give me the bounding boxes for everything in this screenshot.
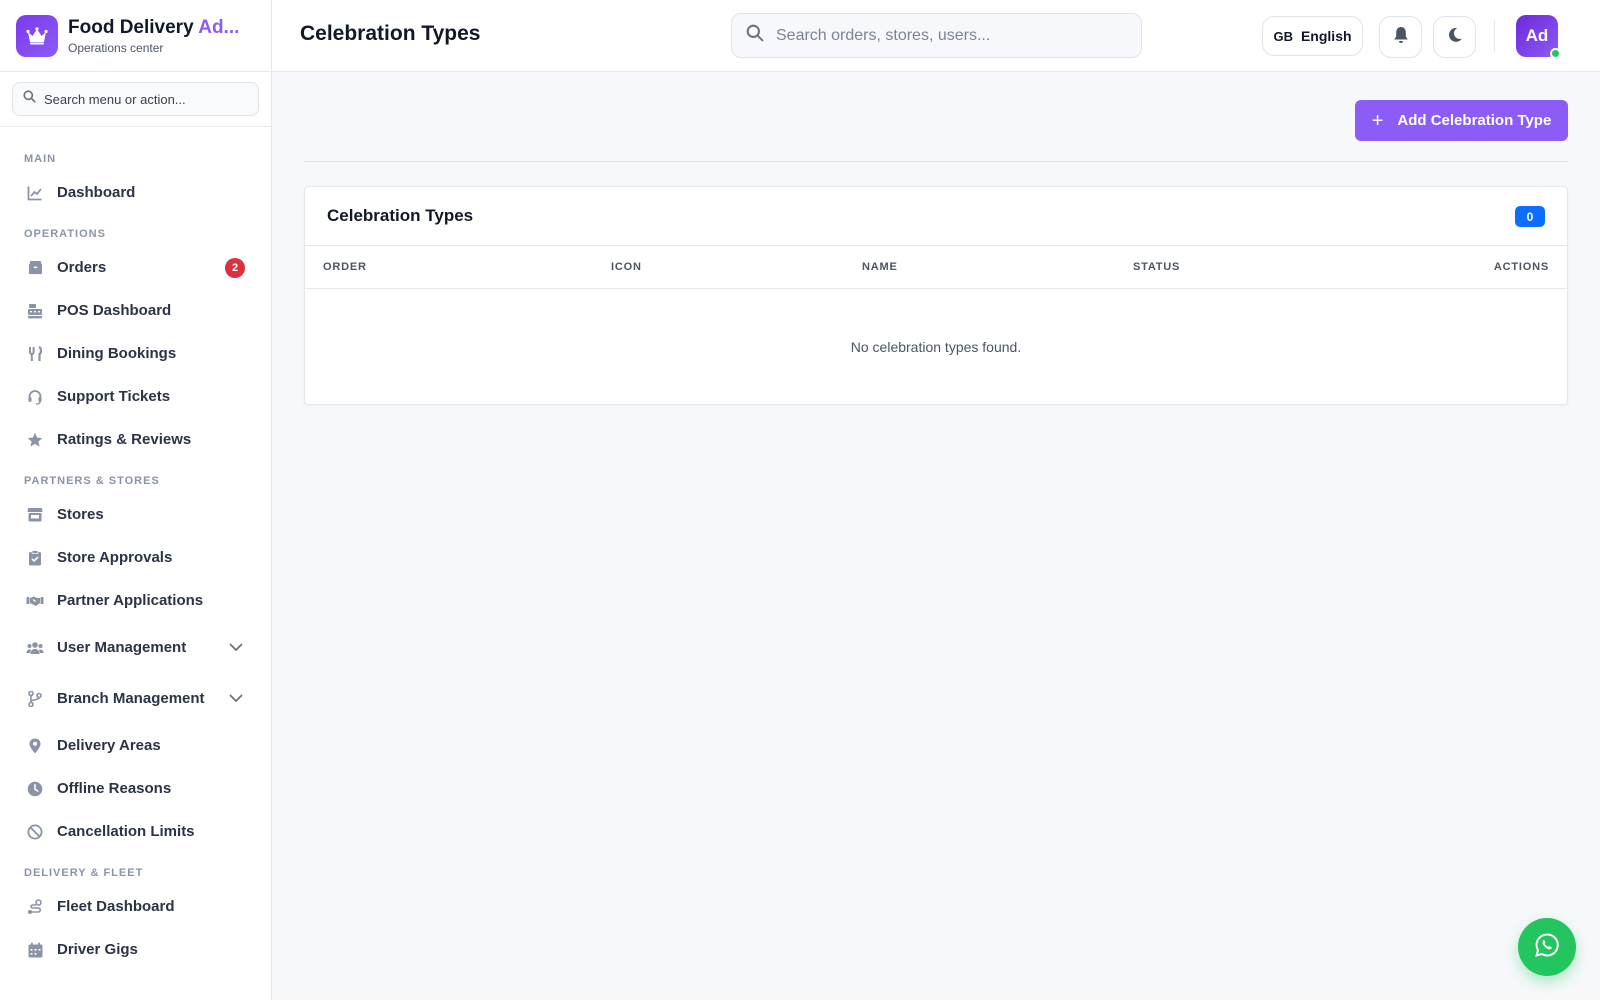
handshake-icon bbox=[26, 592, 44, 610]
column-header-name[interactable]: NAME bbox=[862, 261, 898, 273]
sidebar-item-label: Store Approvals bbox=[57, 549, 173, 566]
sidebar-item-label: Offline Reasons bbox=[57, 780, 172, 797]
code-branch-icon bbox=[26, 690, 44, 708]
sidebar-item-label: Dining Bookings bbox=[57, 345, 177, 362]
header-divider bbox=[1494, 20, 1495, 52]
avatar[interactable]: Ad bbox=[1516, 15, 1561, 59]
sidebar-item-label: POS Dashboard bbox=[57, 302, 172, 319]
avatar-initials: Ad bbox=[1525, 26, 1549, 45]
column-header-icon[interactable]: ICON bbox=[611, 261, 642, 273]
column-header-status[interactable]: STATUS bbox=[1133, 261, 1180, 273]
add-celebration-type-button[interactable]: + Add Celebration Type bbox=[1355, 100, 1568, 141]
brand[interactable]: Food Delivery Ad... Operations center bbox=[0, 0, 271, 72]
sidebar-item-label: Orders bbox=[57, 259, 107, 276]
column-header-order[interactable]: ORDER bbox=[323, 261, 367, 273]
sidebar-item-label: Fleet Dashboard bbox=[57, 898, 175, 915]
users-icon bbox=[26, 639, 44, 657]
sidebar-item-pos-dashboard[interactable]: POS Dashboard bbox=[0, 289, 271, 332]
sidebar-item-label: Dashboard bbox=[57, 184, 136, 201]
sidebar-item-delivery-areas[interactable]: Delivery Areas bbox=[0, 724, 271, 767]
moon-icon bbox=[1447, 27, 1463, 48]
cash-register-icon bbox=[26, 302, 44, 320]
global-search-input[interactable] bbox=[776, 26, 1116, 45]
card-header: Celebration Types 0 bbox=[305, 187, 1567, 246]
column-header-actions[interactable]: ACTIONS bbox=[1494, 261, 1549, 273]
clock-icon bbox=[26, 780, 44, 798]
sidebar-item-label: Delivery Areas bbox=[57, 737, 161, 754]
section-label-delivery-fleet: DELIVERY & FLEET bbox=[24, 867, 144, 879]
search-icon bbox=[23, 90, 36, 108]
sidebar-item-dashboard[interactable]: Dashboard bbox=[0, 171, 271, 214]
divider bbox=[303, 161, 1568, 162]
section-label-partners-stores: PARTNERS & STORES bbox=[24, 475, 160, 487]
sidebar-item-support-tickets[interactable]: Support Tickets bbox=[0, 375, 271, 418]
sidebar-item-label: User Management bbox=[57, 639, 187, 656]
sidebar-item-ratings-reviews[interactable]: Ratings & Reviews bbox=[0, 418, 271, 461]
sidebar-item-user-management[interactable]: User Management bbox=[0, 622, 271, 673]
sidebar-item-branch-management[interactable]: Branch Management bbox=[0, 673, 271, 724]
chart-line-icon bbox=[26, 184, 44, 202]
language-label: English bbox=[1300, 28, 1352, 44]
sidebar-search-input[interactable] bbox=[44, 91, 244, 107]
utensils-icon bbox=[26, 345, 44, 363]
star-icon bbox=[26, 431, 44, 449]
sidebar-item-cancellation-limits[interactable]: Cancellation Limits bbox=[0, 810, 271, 853]
sidebar-nav: MAIN Dashboard OPERATIONS Orders 2 POS D… bbox=[0, 127, 271, 971]
theme-toggle-button[interactable] bbox=[1433, 16, 1476, 58]
online-status-dot bbox=[1550, 48, 1561, 59]
sidebar-item-driver-gigs[interactable]: Driver Gigs bbox=[0, 928, 271, 971]
map-pin-icon bbox=[26, 737, 44, 755]
card-title: Celebration Types bbox=[327, 206, 474, 225]
add-button-label: Add Celebration Type bbox=[1397, 112, 1552, 129]
sidebar-item-orders[interactable]: Orders 2 bbox=[0, 246, 271, 289]
sidebar-item-dining-bookings[interactable]: Dining Bookings bbox=[0, 332, 271, 375]
sidebar-item-offline-reasons[interactable]: Offline Reasons bbox=[0, 767, 271, 810]
main-content: + Add Celebration Type Celebration Types… bbox=[272, 72, 1600, 1000]
plus-icon: + bbox=[1371, 109, 1384, 132]
crown-icon bbox=[16, 14, 58, 57]
celebration-types-card: Celebration Types 0 ORDER ICON NAME STAT… bbox=[304, 186, 1568, 405]
sidebar-item-label: Support Tickets bbox=[57, 388, 171, 405]
sidebar-item-label: Partner Applications bbox=[57, 592, 204, 609]
box-icon bbox=[26, 259, 44, 277]
clipboard-check-icon bbox=[26, 549, 44, 567]
whatsapp-icon bbox=[1534, 932, 1560, 963]
section-label-operations: OPERATIONS bbox=[24, 228, 106, 240]
sidebar: Food Delivery Ad... Operations center MA… bbox=[0, 0, 272, 1000]
sidebar-item-stores[interactable]: Stores bbox=[0, 493, 271, 536]
brand-title: Food Delivery Ad... bbox=[68, 16, 240, 38]
brand-subtitle: Operations center bbox=[68, 40, 164, 55]
chevron-down-icon[interactable] bbox=[229, 690, 243, 707]
orders-count-badge: 2 bbox=[225, 257, 245, 278]
sidebar-item-label: Cancellation Limits bbox=[57, 823, 195, 840]
sidebar-item-store-approvals[interactable]: Store Approvals bbox=[0, 536, 271, 579]
sidebar-item-fleet-dashboard[interactable]: Fleet Dashboard bbox=[0, 885, 271, 928]
headset-icon bbox=[26, 388, 44, 406]
global-search bbox=[731, 13, 1142, 58]
empty-state-message: No celebration types found. bbox=[850, 339, 1022, 355]
sidebar-search bbox=[12, 82, 259, 116]
whatsapp-chat-button[interactable] bbox=[1518, 918, 1576, 976]
flag-gb: GB bbox=[1273, 28, 1293, 44]
sidebar-item-label: Branch Management bbox=[57, 690, 205, 707]
sidebar-item-partner-applications[interactable]: Partner Applications bbox=[0, 579, 271, 622]
table-header: ORDER ICON NAME STATUS ACTIONS bbox=[305, 246, 1567, 289]
ban-icon bbox=[26, 823, 44, 841]
sidebar-item-label: Driver Gigs bbox=[57, 941, 138, 958]
sidebar-item-label: Ratings & Reviews bbox=[57, 431, 192, 448]
bell-icon bbox=[1393, 26, 1409, 49]
language-selector[interactable]: GB English bbox=[1262, 16, 1363, 56]
count-badge: 0 bbox=[1515, 206, 1545, 227]
page-title: Celebration Types bbox=[300, 22, 481, 45]
route-icon bbox=[26, 898, 44, 916]
search-icon bbox=[746, 24, 764, 47]
sidebar-item-label: Stores bbox=[57, 506, 104, 523]
calendar-icon bbox=[26, 941, 44, 959]
section-label-main: MAIN bbox=[24, 153, 57, 165]
notifications-button[interactable] bbox=[1379, 16, 1422, 58]
top-header: Celebration Types GB English Ad bbox=[272, 0, 1600, 72]
chevron-down-icon[interactable] bbox=[229, 639, 243, 656]
store-icon bbox=[26, 506, 44, 524]
